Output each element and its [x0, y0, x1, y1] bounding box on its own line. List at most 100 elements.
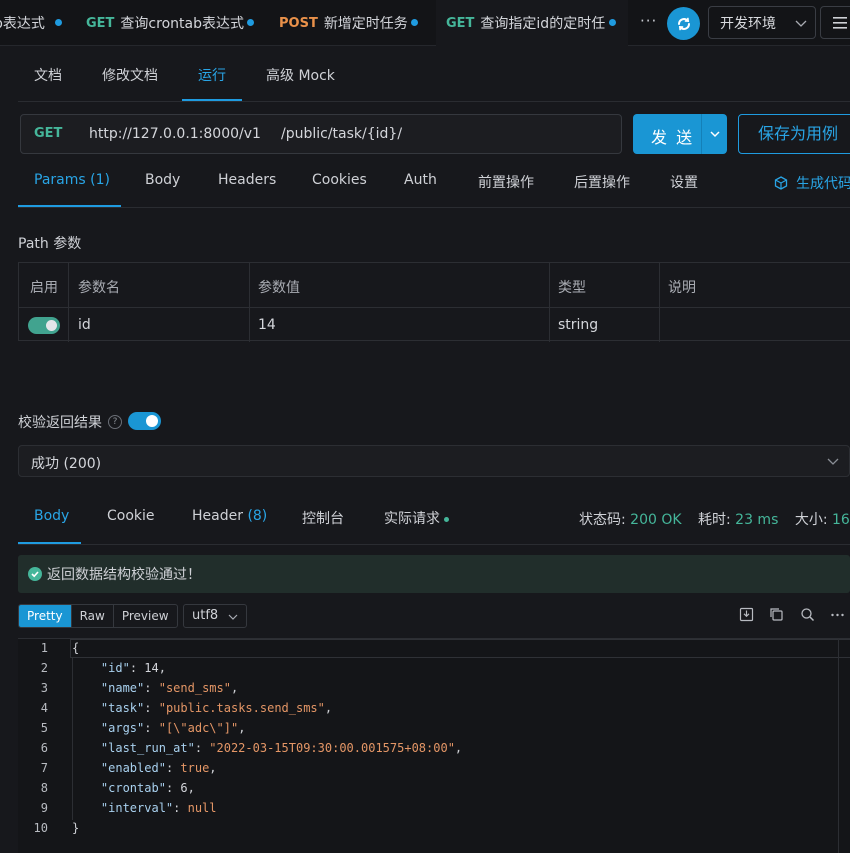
generate-code-button[interactable]: 生成代码: [774, 173, 850, 193]
param-value[interactable]: 14: [258, 317, 276, 333]
encoding-select[interactable]: utf8: [183, 604, 247, 628]
format-preview-button[interactable]: Preview: [114, 605, 177, 627]
size-label: 大小:: [794, 512, 828, 528]
search-icon[interactable]: [800, 607, 815, 622]
download-icon[interactable]: [739, 607, 754, 622]
line-number: 10: [33, 821, 48, 835]
code-line: "name": "send_sms",: [100, 681, 239, 695]
tab-edit-docs[interactable]: 修改文档: [102, 56, 158, 102]
divider: [18, 101, 850, 102]
unsaved-dot-icon: [411, 19, 418, 26]
column-header-type: 类型: [558, 280, 586, 296]
tab-cookies[interactable]: Cookies: [312, 172, 367, 188]
more-options-icon[interactable]: [830, 607, 845, 622]
line-number: 2: [40, 661, 48, 675]
sync-button[interactable]: [667, 7, 700, 40]
request-tab-1[interactable]: b表达式: [0, 0, 58, 46]
cube-icon: [774, 176, 788, 190]
code-line: }: [72, 821, 80, 835]
send-button-label: 发 送: [651, 128, 695, 147]
method-selector[interactable]: GET: [34, 126, 62, 141]
format-pretty-button[interactable]: Pretty: [19, 605, 72, 627]
tab-run[interactable]: 运行: [198, 56, 226, 102]
tab-response-body[interactable]: Body: [34, 508, 69, 524]
status-dot-icon: [444, 516, 449, 522]
time-value: 23 ms: [735, 512, 779, 528]
hamburger-icon: [833, 16, 847, 29]
request-path[interactable]: /public/task/{id}/: [281, 126, 402, 142]
param-type[interactable]: string: [558, 317, 598, 333]
validation-success-banner: 返回数据结构校验通过！: [18, 555, 850, 593]
more-tabs-button[interactable]: ···: [640, 12, 657, 30]
tab-actual-request[interactable]: 实际请求: [384, 508, 449, 528]
send-button[interactable]: 发 送: [633, 114, 727, 154]
chevron-down-icon[interactable]: [708, 127, 722, 141]
json-value: "2022-03-15T09:30:00.001575+08:00": [209, 741, 455, 755]
generate-code-label: 生成代码: [796, 176, 850, 192]
validate-response-label: 校验返回结果: [18, 415, 102, 431]
request-tab-label: 查询crontab表达式: [120, 16, 244, 32]
request-tab-3[interactable]: POST 新增定时任务: [279, 0, 408, 46]
tab-post-operations[interactable]: 后置操作: [574, 172, 630, 192]
tab-console[interactable]: 控制台: [302, 508, 344, 528]
format-switch: Pretty Raw Preview: [18, 604, 178, 628]
code-line: {: [72, 641, 80, 655]
response-definition-select[interactable]: 成功 (200): [18, 445, 850, 477]
line-number: 9: [40, 801, 48, 815]
tab-response-cookie[interactable]: Cookie: [107, 508, 155, 524]
code-line: "crontab": 6,: [100, 781, 195, 795]
copy-icon[interactable]: [769, 607, 784, 622]
menu-button[interactable]: [820, 6, 850, 39]
validate-response-toggle[interactable]: [128, 412, 161, 430]
json-value: "public.tasks.send_sms": [158, 701, 325, 715]
column-header-enabled: 启用: [30, 280, 58, 296]
response-definition-value: 成功 (200): [31, 456, 102, 472]
tab-response-header[interactable]: Header (8): [192, 508, 267, 524]
json-value: "[\"adc\"]": [158, 721, 239, 735]
json-value: 6: [180, 781, 188, 795]
validate-response-row: 校验返回结果 ?: [18, 412, 122, 432]
json-value: 14: [144, 661, 159, 675]
line-number: 6: [40, 741, 48, 755]
json-key: "enabled": [100, 761, 166, 775]
code-line: "last_run_at": "2022-03-15T09:30:00.0015…: [100, 741, 463, 755]
unsaved-dot-icon: [247, 19, 254, 26]
ruler: [838, 639, 839, 853]
status-label: 状态码:: [579, 512, 626, 528]
unsaved-dot-icon: [55, 19, 62, 26]
path-params-table: 启用 参数名 参数值 类型 说明 id 14 string: [18, 262, 850, 342]
request-tab-2[interactable]: GET 查询crontab表达式: [86, 0, 244, 46]
code-line: "task": "public.tasks.send_sms",: [100, 701, 333, 715]
help-icon[interactable]: ?: [108, 415, 122, 429]
json-key: "interval": [100, 801, 174, 815]
divider: [18, 544, 850, 545]
tab-params[interactable]: Params (1): [34, 172, 110, 188]
request-tab-4-active[interactable]: GET 查询指定id的定时任: [436, 0, 628, 46]
tab-settings[interactable]: 设置: [670, 172, 698, 192]
tab-body[interactable]: Body: [145, 172, 180, 188]
header-count: (8): [247, 508, 268, 524]
json-value: "send_sms": [158, 681, 231, 695]
encoding-value: utf8: [192, 608, 219, 623]
column-divider: [68, 263, 69, 342]
json-value: null: [187, 801, 217, 815]
line-number: 4: [40, 701, 48, 715]
unsaved-dot-icon: [609, 19, 616, 26]
tab-docs[interactable]: 文档: [34, 56, 62, 102]
environment-select[interactable]: 开发环境: [708, 6, 816, 39]
tab-headers[interactable]: Headers: [218, 172, 276, 188]
url-input[interactable]: GET http://127.0.0.1:8000/v1 /public/tas…: [20, 114, 622, 154]
format-raw-button[interactable]: Raw: [72, 605, 114, 627]
save-as-case-button[interactable]: 保存为用例: [738, 114, 850, 154]
response-body-viewer[interactable]: 1 {2 "id": 14, 3 "name": "send_sms", 4 "tas…: [18, 638, 850, 853]
method-badge: POST: [279, 15, 318, 31]
environment-label: 开发环境: [720, 15, 776, 32]
validation-message: 返回数据结构校验通过！: [47, 567, 201, 583]
line-number: 1: [40, 641, 48, 655]
divider: [701, 114, 702, 154]
tab-auth[interactable]: Auth: [404, 172, 437, 188]
param-enabled-toggle[interactable]: [28, 317, 60, 334]
param-name[interactable]: id: [78, 317, 91, 333]
tab-advanced-mock[interactable]: 高级 Mock: [266, 56, 335, 102]
tab-pre-operations[interactable]: 前置操作: [478, 172, 534, 192]
